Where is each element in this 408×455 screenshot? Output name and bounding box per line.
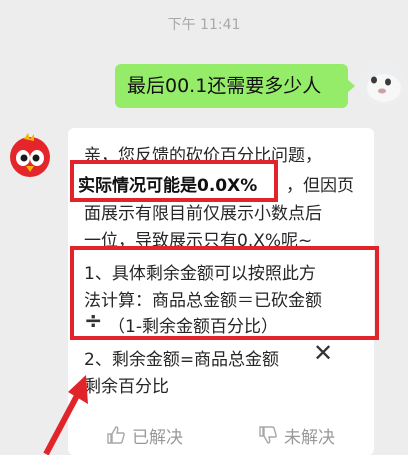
user-avatar-image — [358, 58, 406, 106]
bot-avatar[interactable] — [6, 131, 54, 179]
timestamp: 下午 11:41 — [167, 17, 241, 33]
item1-line-1: 1、具体剩余金额可以按照此方 — [84, 264, 316, 284]
item2-line-1: 2、剩余金额=商品总金额 — [84, 350, 280, 370]
red-arrow-annotation — [43, 375, 88, 455]
thumbs-down-icon — [259, 426, 277, 444]
bot-text-line-2-rest: ，但因页 — [286, 176, 354, 196]
item1-line-2: 法计算：商品总金额＝已砍金额 — [84, 291, 322, 311]
thumbs-up-icon — [107, 426, 125, 444]
unsolved-button[interactable]: 未解决 — [258, 422, 335, 448]
solved-button[interactable]: 已解决 — [106, 422, 183, 448]
unsolved-label: 未解决 — [284, 427, 335, 448]
user-message-bubble[interactable]: 最后00.1还需要多少人 — [115, 64, 355, 108]
multiply-sign-icon: ✕ — [313, 339, 334, 367]
item1-line-3: （1-剩余金额百分比） — [108, 317, 278, 337]
bird-mascot-icon — [10, 133, 50, 177]
bot-text-line-3: 面展示有限目前仅展示小数点后 — [84, 204, 322, 224]
highlight-rate-text: 实际情况可能是0.0X% — [78, 176, 258, 196]
divide-sign-icon: ÷ — [84, 309, 103, 334]
solved-label: 已解决 — [132, 427, 183, 448]
user-avatar[interactable] — [358, 58, 406, 106]
